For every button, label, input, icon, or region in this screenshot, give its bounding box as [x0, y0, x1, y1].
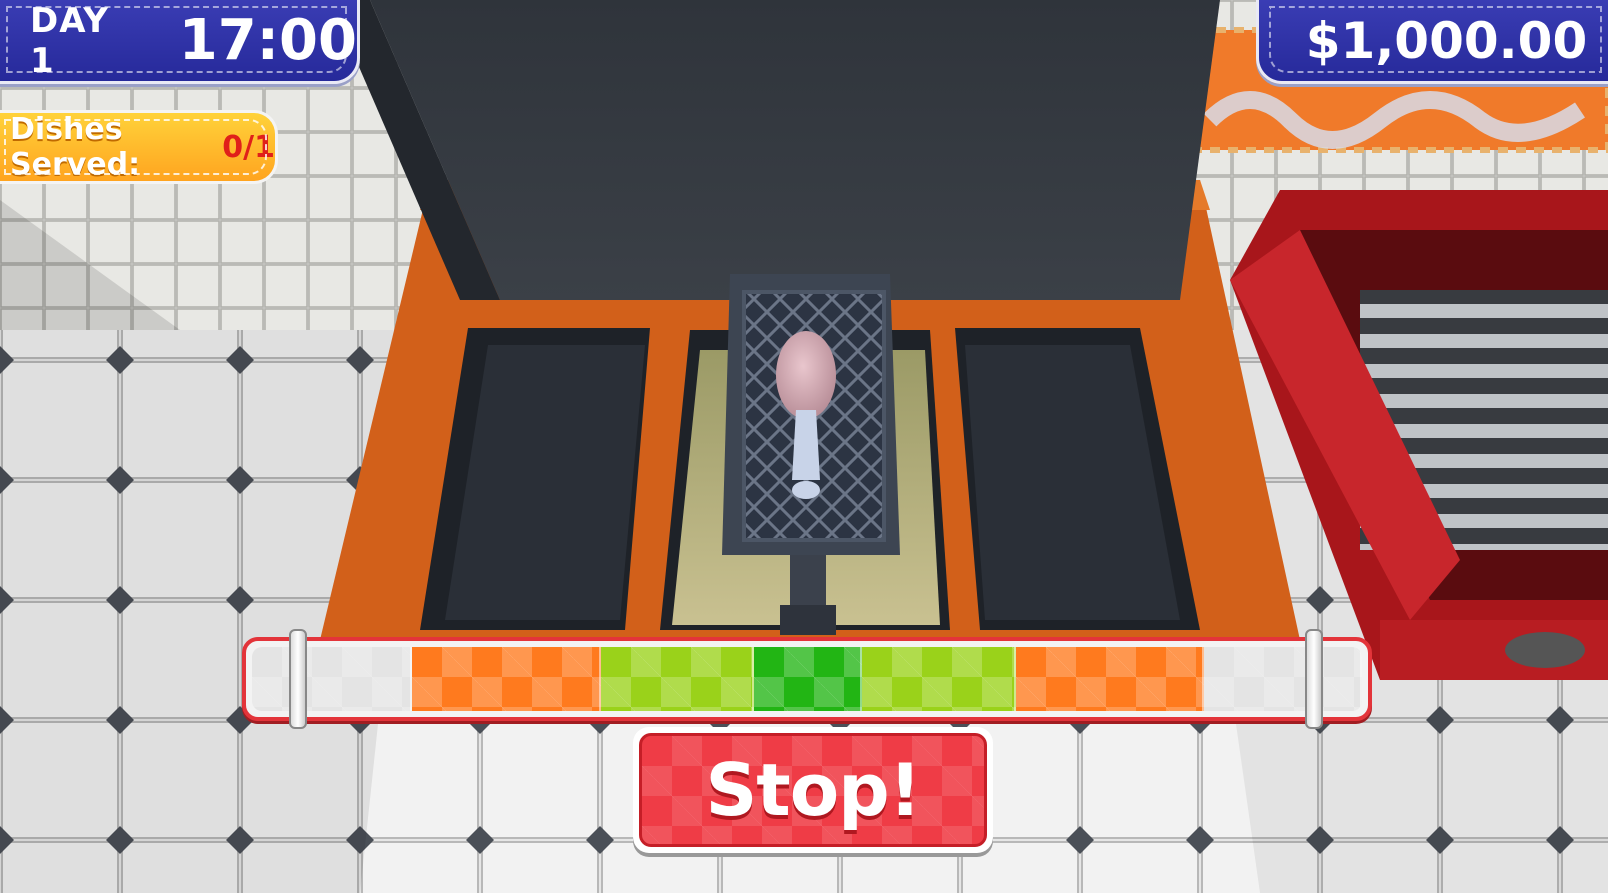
timing-zone-lime — [600, 647, 754, 711]
timing-zone-green — [753, 647, 863, 711]
stop-button-label: Stop! — [705, 748, 921, 832]
stop-button-face[interactable]: Stop! — [639, 733, 987, 847]
dishes-served-panel: Dishes Served: 0/1 — [0, 110, 278, 184]
timing-zone-white — [252, 647, 412, 711]
money-balance: $1,000.00 — [1305, 11, 1588, 70]
cooking-timing-bar — [242, 629, 1372, 729]
game-clock: 17:00 — [178, 8, 357, 73]
money-panel: $1,000.00 — [1256, 0, 1608, 84]
timing-bar-left-marker — [288, 629, 307, 729]
day-clock-panel: DAY 1 17:00 — [0, 0, 360, 84]
timing-bar-track — [252, 647, 1362, 711]
timing-zone-orange — [1015, 647, 1205, 711]
timing-bar-right-marker — [1305, 629, 1324, 729]
timing-zone-orange — [411, 647, 601, 711]
day-label: DAY 1 — [30, 0, 109, 81]
timing-zone-lime — [862, 647, 1016, 711]
timing-zone-white — [1204, 647, 1362, 711]
stop-button[interactable]: Stop! — [633, 727, 993, 853]
dishes-served-count: 0/1 — [222, 129, 275, 165]
dishes-served-label: Dishes Served: — [10, 112, 141, 182]
